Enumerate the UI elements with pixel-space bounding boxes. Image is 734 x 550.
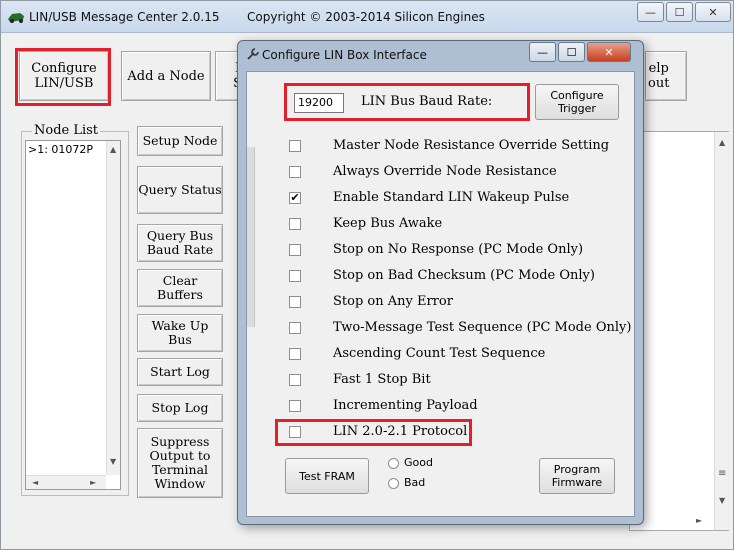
- option-label: Incrementing Payload: [333, 398, 478, 413]
- terminal-window[interactable]: ▲ ▼ ≡ ►: [629, 131, 729, 531]
- close-icon: ✕: [604, 45, 614, 59]
- maximize-icon: ☐: [674, 5, 685, 19]
- option-label: Fast 1 Stop Bit: [333, 372, 431, 387]
- option-checkbox[interactable]: [289, 400, 301, 412]
- terminal-scrollbar[interactable]: ▲ ▼ ≡: [714, 132, 729, 530]
- radio-bad-label: Bad: [404, 476, 426, 489]
- scroll-down-icon[interactable]: ▼: [110, 457, 116, 466]
- query-bus-baud-rate-button[interactable]: Query Bus Baud Rate: [137, 224, 223, 262]
- dialog-minimize-button[interactable]: —: [529, 42, 556, 62]
- option-label: LIN 2.0-2.1 Protocol: [333, 424, 468, 439]
- stop-log-button[interactable]: Stop Log: [137, 394, 223, 422]
- option-checkbox[interactable]: [289, 140, 301, 152]
- scroll-up-icon[interactable]: ▲: [719, 138, 725, 147]
- node-list-label: Node List: [32, 123, 101, 139]
- radio-button[interactable]: [388, 458, 399, 469]
- add-node-button[interactable]: Add a Node: [121, 51, 211, 101]
- scroll-left-icon[interactable]: ◄: [32, 478, 38, 487]
- configure-lin-box-dialog: Configure LIN Box Interface — ☐ ✕ 19200 …: [237, 40, 644, 525]
- baud-rate-input[interactable]: 19200: [294, 93, 344, 113]
- option-checkbox[interactable]: [289, 348, 301, 360]
- dialog-close-button[interactable]: ✕: [587, 42, 631, 62]
- option-label: Two-Message Test Sequence (PC Mode Only): [333, 320, 632, 335]
- option-checkbox[interactable]: [289, 244, 301, 256]
- configure-trigger-button[interactable]: Configure Trigger: [535, 84, 619, 120]
- dialog-client-area: 19200 LIN Bus Baud Rate: Configure Trigg…: [246, 71, 635, 517]
- option-label: Stop on Bad Checksum (PC Mode Only): [333, 268, 595, 283]
- clear-buffers-button[interactable]: Clear Buffers: [137, 269, 223, 307]
- option-checkbox[interactable]: [289, 426, 301, 438]
- scroll-right-icon[interactable]: ►: [696, 516, 702, 525]
- option-checkbox-checked[interactable]: ✔: [289, 192, 301, 204]
- option-label: Stop on No Response (PC Mode Only): [333, 242, 584, 257]
- dialog-maximize-button[interactable]: ☐: [558, 42, 585, 62]
- setup-node-button[interactable]: Setup Node: [137, 126, 223, 156]
- app-logo-icon: [8, 13, 24, 23]
- query-status-button[interactable]: Query Status: [137, 166, 223, 214]
- scroll-thumb-grip-icon[interactable]: ≡: [718, 468, 726, 479]
- option-label: Enable Standard LIN Wakeup Pulse: [333, 190, 570, 205]
- radio-good-label: Good: [404, 456, 433, 469]
- close-button[interactable]: ✕: [695, 2, 731, 22]
- configure-lin-usb-button[interactable]: Configure LIN/USB: [19, 51, 109, 101]
- wake-up-bus-button[interactable]: Wake Up Bus: [137, 314, 223, 352]
- option-label: Master Node Resistance Override Setting: [333, 138, 610, 153]
- scroll-right-icon[interactable]: ►: [90, 478, 96, 487]
- minimize-icon: —: [645, 5, 656, 19]
- scroll-down-icon[interactable]: ▼: [719, 496, 725, 505]
- test-fram-button[interactable]: Test FRAM: [285, 458, 369, 494]
- node-list-scrollbar[interactable]: ▲ ▼: [106, 141, 120, 475]
- option-checkbox[interactable]: [289, 166, 301, 178]
- suppress-output-button[interactable]: Suppress Output to Terminal Window: [137, 428, 223, 498]
- program-firmware-button[interactable]: Program Firmware: [539, 458, 615, 494]
- node-list-group: Node List >1: 01072P ▲ ▼ ◄ ►: [21, 123, 129, 496]
- help-about-button[interactable]: elp out: [645, 51, 687, 101]
- maximize-button[interactable]: ☐: [666, 2, 693, 22]
- node-listbox[interactable]: >1: 01072P ▲ ▼ ◄ ►: [25, 140, 121, 490]
- option-checkbox[interactable]: [289, 322, 301, 334]
- copyright-text: Copyright © 2003-2014 Silicon Engines: [247, 10, 485, 24]
- option-label: Always Override Node Resistance: [333, 164, 557, 179]
- option-checkbox[interactable]: [289, 374, 301, 386]
- dialog-wrench-icon: [247, 48, 259, 60]
- scroll-up-icon[interactable]: ▲: [110, 145, 116, 154]
- option-label: Stop on Any Error: [333, 294, 453, 309]
- baud-rate-label: LIN Bus Baud Rate:: [361, 94, 493, 109]
- dialog-scrollbar[interactable]: [247, 147, 255, 327]
- maximize-icon: ☐: [566, 45, 577, 59]
- node-list-hscrollbar[interactable]: ◄ ►: [26, 475, 106, 489]
- start-log-button[interactable]: Start Log: [137, 358, 223, 386]
- app-title: LIN/USB Message Center 2.0.15: [29, 10, 220, 24]
- option-checkbox[interactable]: [289, 270, 301, 282]
- option-label: Keep Bus Awake: [333, 216, 443, 231]
- radio-button[interactable]: [388, 478, 399, 489]
- close-icon: ✕: [708, 5, 718, 19]
- option-label: Ascending Count Test Sequence: [333, 346, 546, 361]
- list-item[interactable]: >1: 01072P: [28, 143, 93, 156]
- option-checkbox[interactable]: [289, 296, 301, 308]
- option-checkbox[interactable]: [289, 218, 301, 230]
- main-titlebar: LIN/USB Message Center 2.0.15 Copyright …: [1, 1, 733, 33]
- minimize-icon: —: [537, 45, 548, 59]
- dialog-title: Configure LIN Box Interface: [262, 48, 427, 62]
- minimize-button[interactable]: —: [637, 2, 664, 22]
